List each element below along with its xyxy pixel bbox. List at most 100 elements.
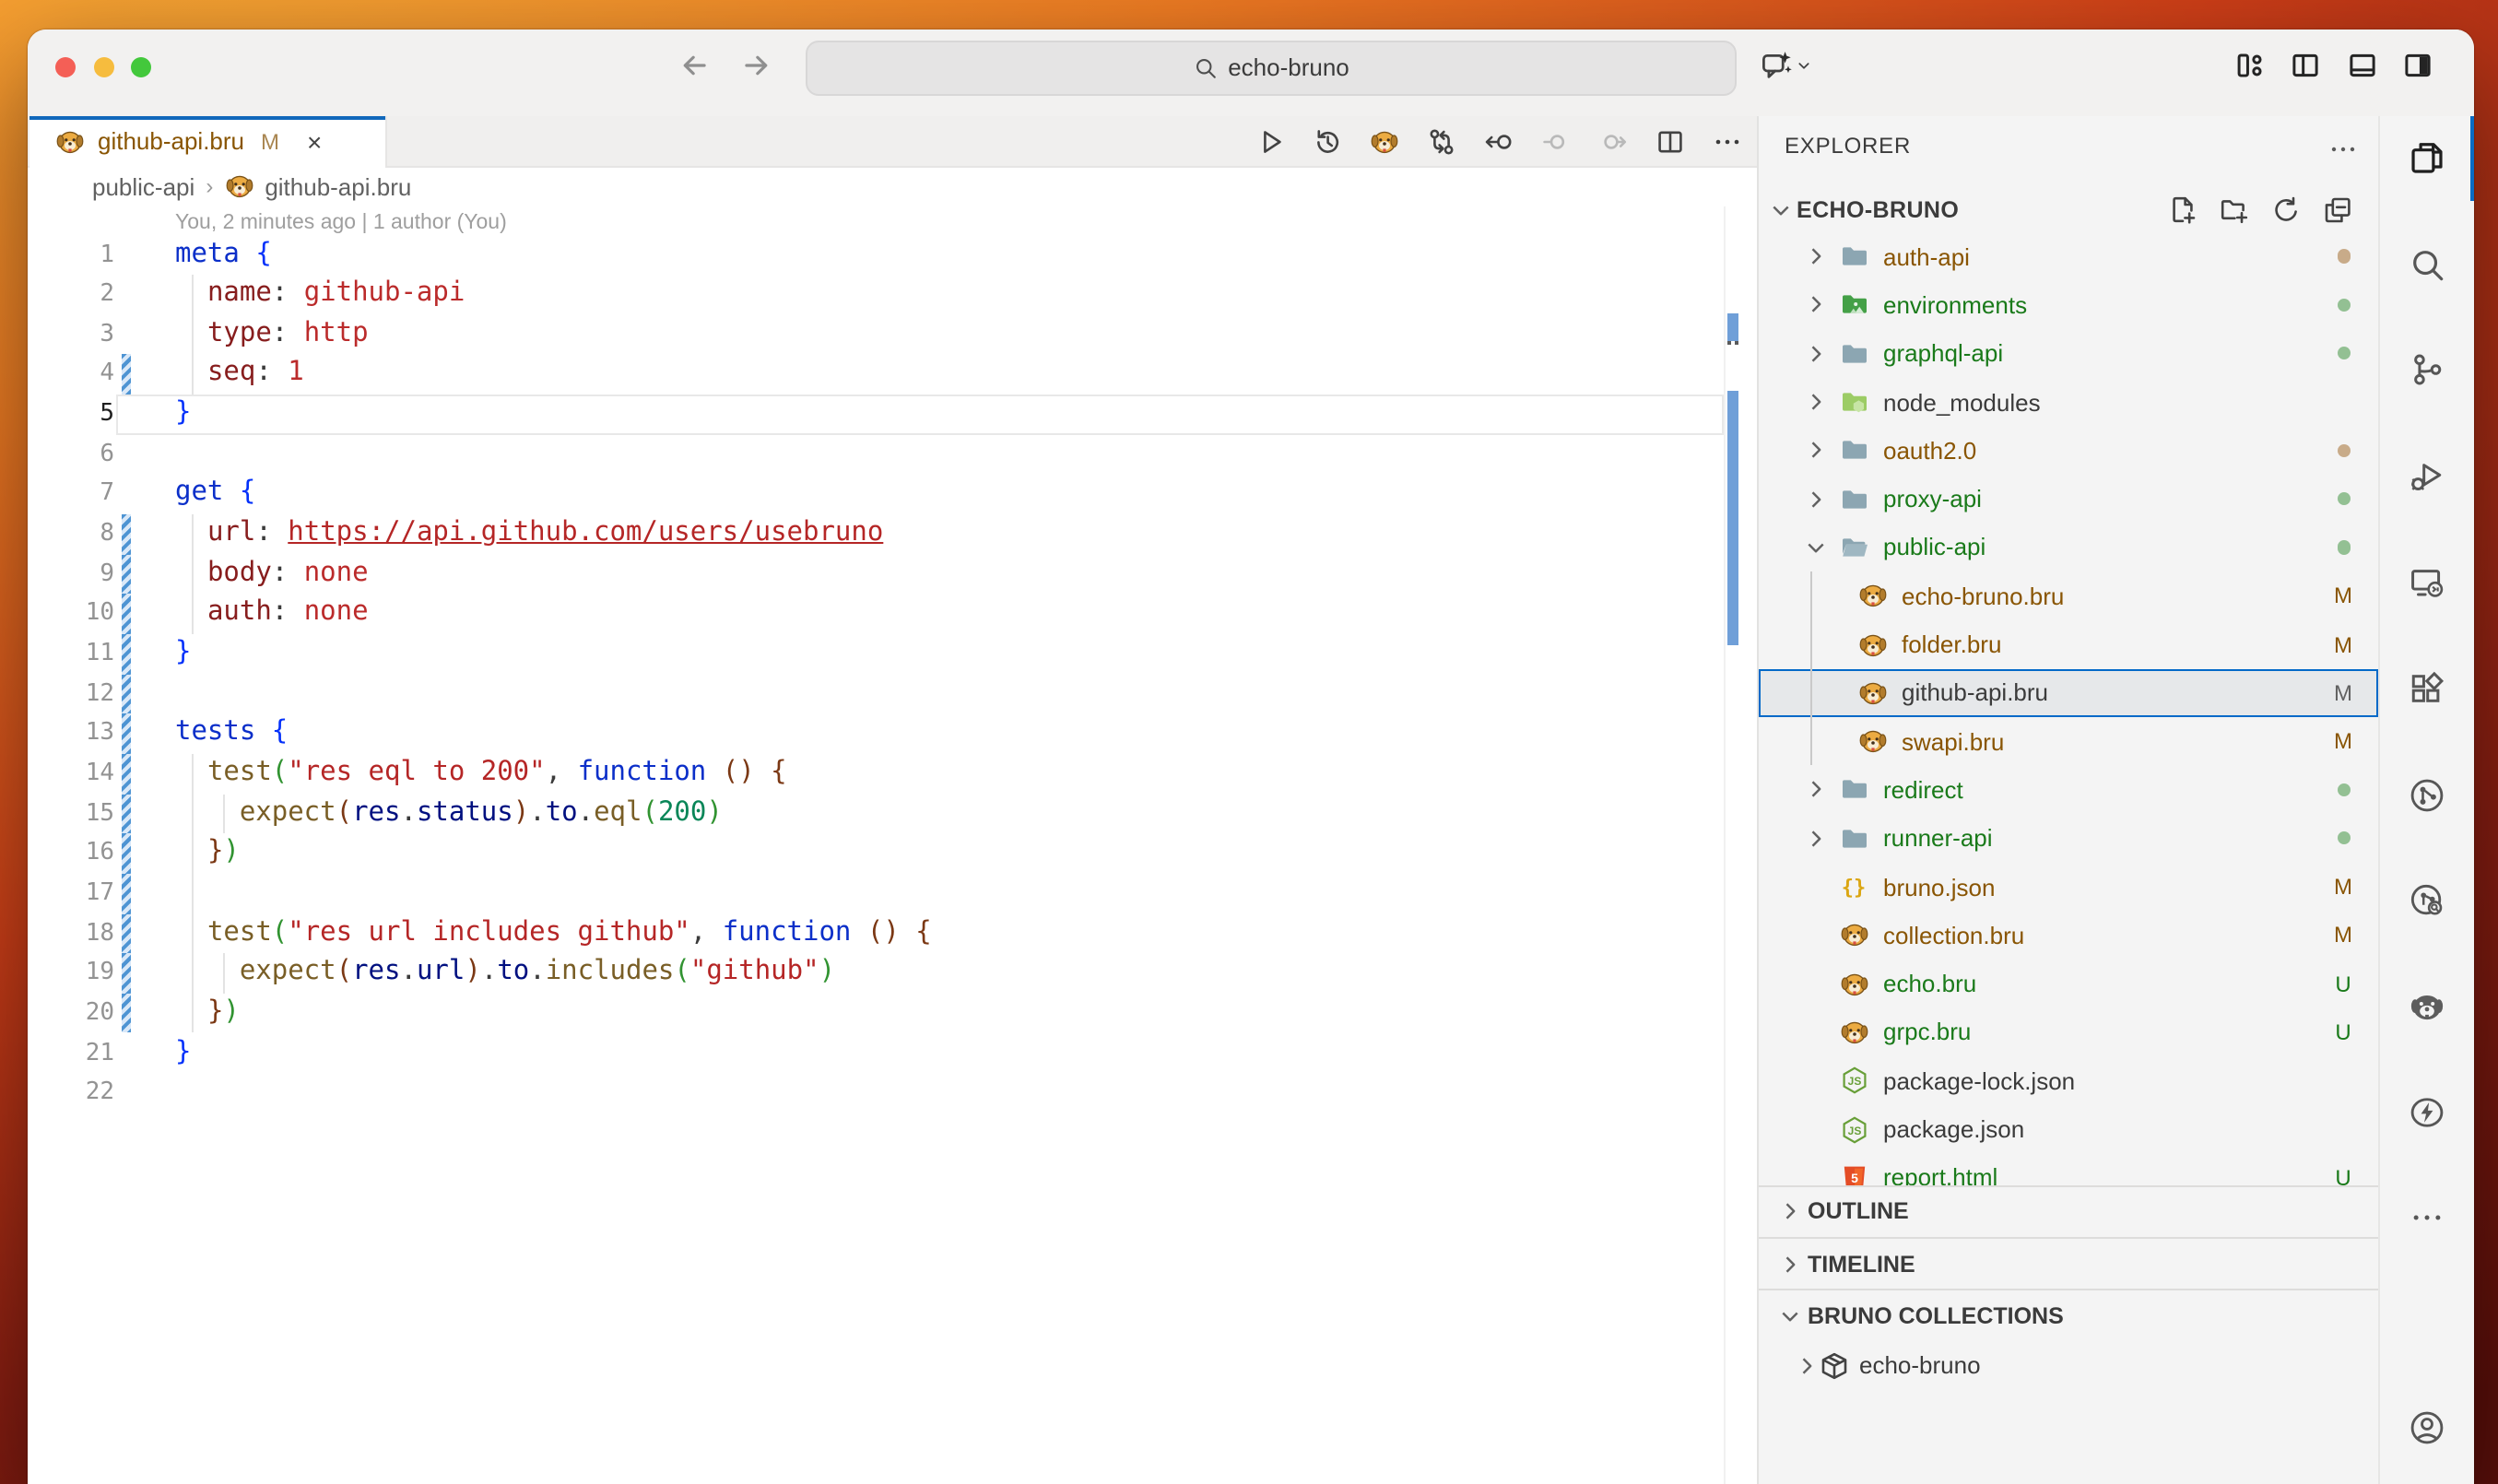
nav-back-button[interactable] xyxy=(678,50,710,81)
collapse-folders-button[interactable] xyxy=(2323,195,2352,225)
pane-header-timeline[interactable]: TIMELINE xyxy=(1758,1237,2378,1290)
code-line-13[interactable]: 13tests { xyxy=(28,714,1756,754)
tree-item-report.html[interactable]: 5report.htmlU xyxy=(1758,1153,2378,1184)
activity-search-button[interactable] xyxy=(2380,221,2474,306)
code-line-22[interactable]: 22 xyxy=(28,1073,1756,1113)
activity-remote-explorer-button[interactable] xyxy=(2380,539,2474,624)
code-line-4[interactable]: 4 seq: 1 xyxy=(28,355,1756,395)
tree-item-public-api[interactable]: public-api xyxy=(1758,524,2378,572)
activity-source-control-button[interactable] xyxy=(2380,327,2474,412)
timeline-history-button[interactable] xyxy=(1312,126,1341,156)
breadcrumb-folder[interactable]: public-api xyxy=(92,172,194,200)
code-line-12[interactable]: 12 xyxy=(28,674,1756,713)
code-line-20[interactable]: 20 }) xyxy=(28,994,1756,1033)
code-line-17[interactable]: 17 xyxy=(28,874,1756,913)
chevron-right-icon[interactable] xyxy=(1802,387,1828,417)
tree-item-auth-api[interactable]: auth-api xyxy=(1758,232,2378,281)
chevron-down-icon[interactable] xyxy=(1802,533,1828,562)
code-line-21[interactable]: 21} xyxy=(28,1033,1756,1073)
tree-item-environments[interactable]: environments xyxy=(1758,281,2378,330)
tree-item-node_modules[interactable]: node_modules xyxy=(1758,378,2378,427)
code-line-19[interactable]: 19 expect(res.url).to.includes("github") xyxy=(28,953,1756,993)
code-line-15[interactable]: 15 expect(res.status).to.eql(200) xyxy=(28,794,1756,833)
code-line-11[interactable]: 11} xyxy=(28,634,1756,674)
git-modified-gutter-mark[interactable] xyxy=(121,953,131,993)
chevron-right-icon[interactable] xyxy=(1793,1353,1819,1379)
activity-explorer-button[interactable] xyxy=(2380,115,2474,200)
activity-graph-search-button[interactable] xyxy=(2380,857,2474,942)
refresh-explorer-button[interactable] xyxy=(2271,195,2301,225)
chevron-right-icon[interactable] xyxy=(1802,338,1828,368)
bruno-icon[interactable] xyxy=(1369,126,1398,156)
code-editor[interactable]: You, 2 minutes ago | 1 author (You) 1met… xyxy=(28,206,1756,1484)
activity-bruno-button[interactable] xyxy=(2380,964,2474,1049)
chevron-right-icon[interactable] xyxy=(1802,290,1828,320)
git-modified-gutter-mark[interactable] xyxy=(121,834,131,874)
git-modified-gutter-mark[interactable] xyxy=(121,913,131,953)
code-line-3[interactable]: 3 type: http xyxy=(28,315,1756,355)
code-line-10[interactable]: 10 auth: none xyxy=(28,595,1756,634)
copilot-menu-button[interactable] xyxy=(1761,50,1814,81)
git-compare-button[interactable] xyxy=(1426,126,1455,156)
chevron-right-icon[interactable] xyxy=(1802,775,1828,805)
pane-header-bruno-collections[interactable]: BRUNO COLLECTIONS xyxy=(1758,1290,2378,1342)
git-modified-gutter-mark[interactable] xyxy=(121,514,131,554)
tree-item-echo.bru[interactable]: echo.bruU xyxy=(1758,960,2378,1008)
code-line-18[interactable]: 18 test("res url includes github", funct… xyxy=(28,913,1756,953)
activity-run-and-debug-button[interactable] xyxy=(2380,433,2474,518)
git-modified-gutter-mark[interactable] xyxy=(121,714,131,754)
pane-header-outline[interactable]: OUTLINE xyxy=(1758,1184,2378,1237)
tree-item-folder.bru[interactable]: folder.bruM xyxy=(1758,620,2378,669)
chevron-right-icon[interactable] xyxy=(1802,241,1828,271)
git-modified-gutter-mark[interactable] xyxy=(121,595,131,634)
code-line-2[interactable]: 2 name: github-api xyxy=(28,275,1756,314)
new-file-button[interactable] xyxy=(2168,195,2198,225)
section-echo-bruno[interactable]: ECHO-BRUNO xyxy=(1758,189,2378,231)
code-line-8[interactable]: 8 url: https://api.github.com/users/useb… xyxy=(28,514,1756,554)
git-modified-gutter-mark[interactable] xyxy=(121,874,131,913)
tree-item-oauth2.0[interactable]: oauth2.0 xyxy=(1758,426,2378,475)
git-blame-annotation[interactable]: You, 2 minutes ago | 1 author (You) xyxy=(175,211,507,233)
tab-close-icon[interactable]: × xyxy=(307,126,322,156)
tree-item-bruno.json[interactable]: {}bruno.jsonM xyxy=(1758,863,2378,912)
tree-item-proxy-api[interactable]: proxy-api xyxy=(1758,475,2378,524)
git-modified-gutter-mark[interactable] xyxy=(121,754,131,794)
activity-commit-graph-button[interactable] xyxy=(2380,753,2474,838)
more-actions-button[interactable] xyxy=(1712,126,1741,156)
explorer-more-actions-button[interactable] xyxy=(2328,134,2358,163)
breadcrumb-file[interactable]: github-api.bru xyxy=(265,172,411,200)
git-modified-gutter-mark[interactable] xyxy=(121,554,131,594)
code-line-1[interactable]: 1meta { xyxy=(28,235,1756,275)
git-modified-gutter-mark[interactable] xyxy=(121,634,131,674)
git-modified-gutter-mark[interactable] xyxy=(121,674,131,713)
customize-layout-icon[interactable] xyxy=(2233,50,2265,81)
code-line-7[interactable]: 7get { xyxy=(28,475,1756,514)
chevron-right-icon[interactable] xyxy=(1802,484,1828,513)
open-changes-button[interactable] xyxy=(1483,126,1513,156)
code-line-14[interactable]: 14 test("res eql to 200", function () { xyxy=(28,754,1756,794)
tree-item-grpc.bru[interactable]: grpc.bruU xyxy=(1758,1008,2378,1057)
code-line-16[interactable]: 16 }) xyxy=(28,834,1756,874)
tree-item-echo-bruno.bru[interactable]: echo-bruno.bruM xyxy=(1758,571,2378,620)
tree-item-runner-api[interactable]: runner-api xyxy=(1758,814,2378,863)
tab-github-api[interactable]: github-api.bru M × xyxy=(29,115,387,167)
code-line-9[interactable]: 9 body: none xyxy=(28,554,1756,594)
tree-item-github-api.bru[interactable]: github-api.bruM xyxy=(1758,668,2378,717)
chevron-right-icon[interactable] xyxy=(1802,436,1828,465)
chevron-right-icon[interactable] xyxy=(1802,823,1828,853)
git-modified-gutter-mark[interactable] xyxy=(121,794,131,833)
tree-item-graphql-api[interactable]: graphql-api xyxy=(1758,329,2378,378)
activity-accounts-button[interactable] xyxy=(2380,1385,2474,1470)
git-modified-gutter-mark[interactable] xyxy=(121,355,131,395)
toggle-secondary-sidebar-icon[interactable] xyxy=(2402,50,2433,81)
toggle-primary-sidebar-icon[interactable] xyxy=(2290,50,2321,81)
tree-item-package.json[interactable]: JSpackage.json xyxy=(1758,1105,2378,1154)
code-line-6[interactable]: 6 xyxy=(28,435,1756,475)
git-modified-gutter-mark[interactable] xyxy=(121,994,131,1033)
tree-item-collection.bru[interactable]: collection.bruM xyxy=(1758,911,2378,960)
traffic-minimize-button[interactable] xyxy=(93,56,113,77)
traffic-zoom-button[interactable] xyxy=(131,56,151,77)
split-editor-button[interactable] xyxy=(1655,126,1684,156)
activity-thunder-client-button[interactable] xyxy=(2380,1069,2474,1154)
traffic-close-button[interactable] xyxy=(55,56,76,77)
